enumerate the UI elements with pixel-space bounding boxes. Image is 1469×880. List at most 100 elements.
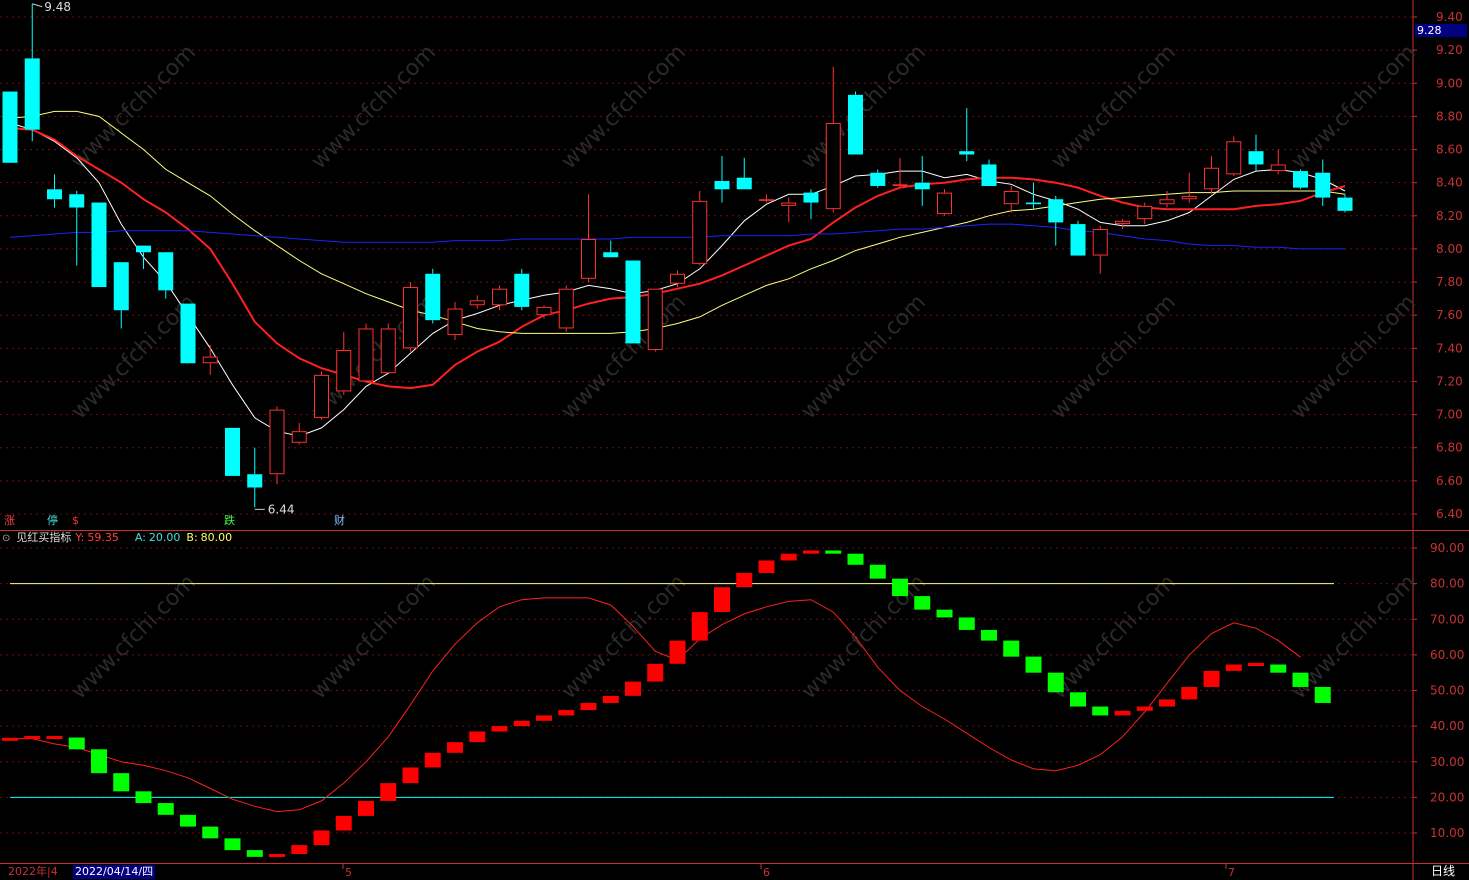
- high-price-label: 9.48: [44, 0, 71, 14]
- month-label: 7: [1228, 866, 1235, 879]
- low-price-label: 6.44: [268, 502, 295, 516]
- candle-down: [1048, 199, 1064, 223]
- candle-down: [180, 303, 196, 364]
- candle-up: [380, 328, 396, 374]
- candle-up: [1204, 167, 1219, 190]
- watermark-text: www.cfchi.com: [1287, 290, 1421, 424]
- period-label[interactable]: 日线: [1431, 864, 1455, 879]
- candle-down: [959, 151, 975, 155]
- indicator-block-green: [892, 578, 908, 597]
- a-value: 20.00: [148, 531, 181, 544]
- indicator-tick-label: 10.00: [1430, 826, 1464, 840]
- candle-up: [492, 288, 507, 306]
- indicator-tick-label: 40.00: [1430, 719, 1464, 733]
- indicator-block-green: [202, 826, 219, 839]
- indicator-block-green: [113, 773, 130, 792]
- candle-up: [781, 202, 797, 206]
- watermark-text: www.cfchi.com: [307, 40, 441, 174]
- candle-down: [603, 252, 619, 258]
- watermark-text: www.cfchi.com: [1047, 290, 1181, 424]
- indicator-block-red: [536, 715, 552, 721]
- indicator-block-red: [380, 783, 397, 801]
- candle-down: [981, 164, 997, 186]
- candle-up: [825, 123, 841, 210]
- indicator-block-red: [513, 720, 530, 727]
- indicator-block-red: [2, 737, 18, 741]
- indicator-block-red: [469, 731, 486, 743]
- marker-halt[interactable]: 停: [47, 514, 58, 527]
- indicator-tick-label: 60.00: [1430, 648, 1464, 662]
- indicator-block-green: [1047, 672, 1064, 693]
- indicator-block-green: [936, 609, 953, 618]
- watermark-text: www.cfchi.com: [797, 40, 931, 174]
- indicator-block-green: [869, 564, 886, 579]
- indicator-block-red: [291, 845, 308, 855]
- watermark-text: www.cfchi.com: [1287, 40, 1421, 174]
- marker-limit-down[interactable]: 跌: [224, 514, 235, 527]
- y-label: Y:: [75, 531, 85, 544]
- indicator-block-green: [981, 629, 997, 641]
- indicator-block-red: [714, 587, 730, 613]
- month-label: 6: [763, 866, 770, 879]
- indicator-block-red: [269, 853, 285, 857]
- candle-up: [469, 300, 485, 306]
- marker-limit-up[interactable]: 涨: [4, 514, 15, 527]
- candle-down: [1026, 202, 1041, 205]
- candle-up: [1159, 199, 1175, 205]
- stock-chart[interactable]: www.cfchi.com www.cfchi.com www.cfchi.com w…: [0, 0, 1469, 880]
- marker-dollar[interactable]: $: [72, 514, 79, 527]
- candle-down: [225, 427, 240, 476]
- indicator-name[interactable]: 见红买指标: [16, 531, 71, 544]
- marker-finance[interactable]: 财: [334, 514, 345, 527]
- candle-down: [2, 91, 18, 163]
- candle-up: [1137, 205, 1153, 220]
- price-tick-label: 7.80: [1436, 275, 1463, 289]
- price-tick-label: 6.60: [1436, 474, 1463, 488]
- indicator-block-red: [358, 800, 374, 816]
- indicator-block-red: [691, 612, 708, 641]
- candle-down: [914, 182, 930, 190]
- price-tick-label: 9.40: [1436, 10, 1463, 24]
- candle-down: [1337, 197, 1353, 211]
- indicator-block-red: [736, 572, 753, 588]
- candle-up: [1270, 164, 1286, 172]
- indicator-block-green: [246, 850, 263, 857]
- date-axis-year-label: 2022年|4: [8, 865, 58, 878]
- indicator-info-bar: ⊙ 见红买指标 Y: 59.35 A: 20.00 B: 80.00: [2, 531, 238, 545]
- candle-up: [1115, 220, 1130, 225]
- candle-down: [47, 189, 62, 200]
- candle-down: [625, 260, 641, 344]
- candle-down: [158, 252, 174, 291]
- indicator-block-red: [558, 710, 575, 716]
- indicator-block-red: [647, 663, 664, 682]
- month-label: 5: [345, 866, 352, 879]
- indicator-block-red: [402, 767, 419, 784]
- y-value: 59.35: [87, 531, 119, 544]
- cursor-date-label: 2022/04/14/四: [73, 865, 156, 879]
- candle-down: [803, 192, 819, 203]
- price-tick-label: 6.80: [1436, 441, 1463, 455]
- indicator-block-red: [580, 702, 597, 711]
- indicator-block-red: [335, 815, 352, 831]
- indicator-block-red: [1136, 706, 1153, 711]
- candle-up: [1003, 190, 1019, 205]
- candle-down: [870, 172, 886, 186]
- indicator-block-green: [1092, 706, 1109, 716]
- indicator-block-red: [758, 560, 775, 573]
- watermark-text: www.cfchi.com: [307, 570, 441, 704]
- indicator-block-green: [135, 791, 152, 804]
- indicator-block-red: [780, 553, 797, 561]
- candle-down: [113, 262, 129, 311]
- indicator-block-red: [1159, 699, 1175, 707]
- a-label: A:: [134, 531, 146, 544]
- indicator-block-green: [1025, 656, 1042, 673]
- indicator-block-red: [669, 640, 686, 664]
- candle-down: [736, 177, 752, 190]
- candle-up: [670, 273, 685, 284]
- candle-down: [136, 245, 151, 253]
- candle-up: [1226, 141, 1242, 175]
- indicator-block-red: [1225, 664, 1242, 671]
- chevron-down-circle-icon[interactable]: ⊙: [2, 533, 10, 544]
- indicator-block-green: [825, 550, 842, 554]
- candle-up: [403, 287, 418, 349]
